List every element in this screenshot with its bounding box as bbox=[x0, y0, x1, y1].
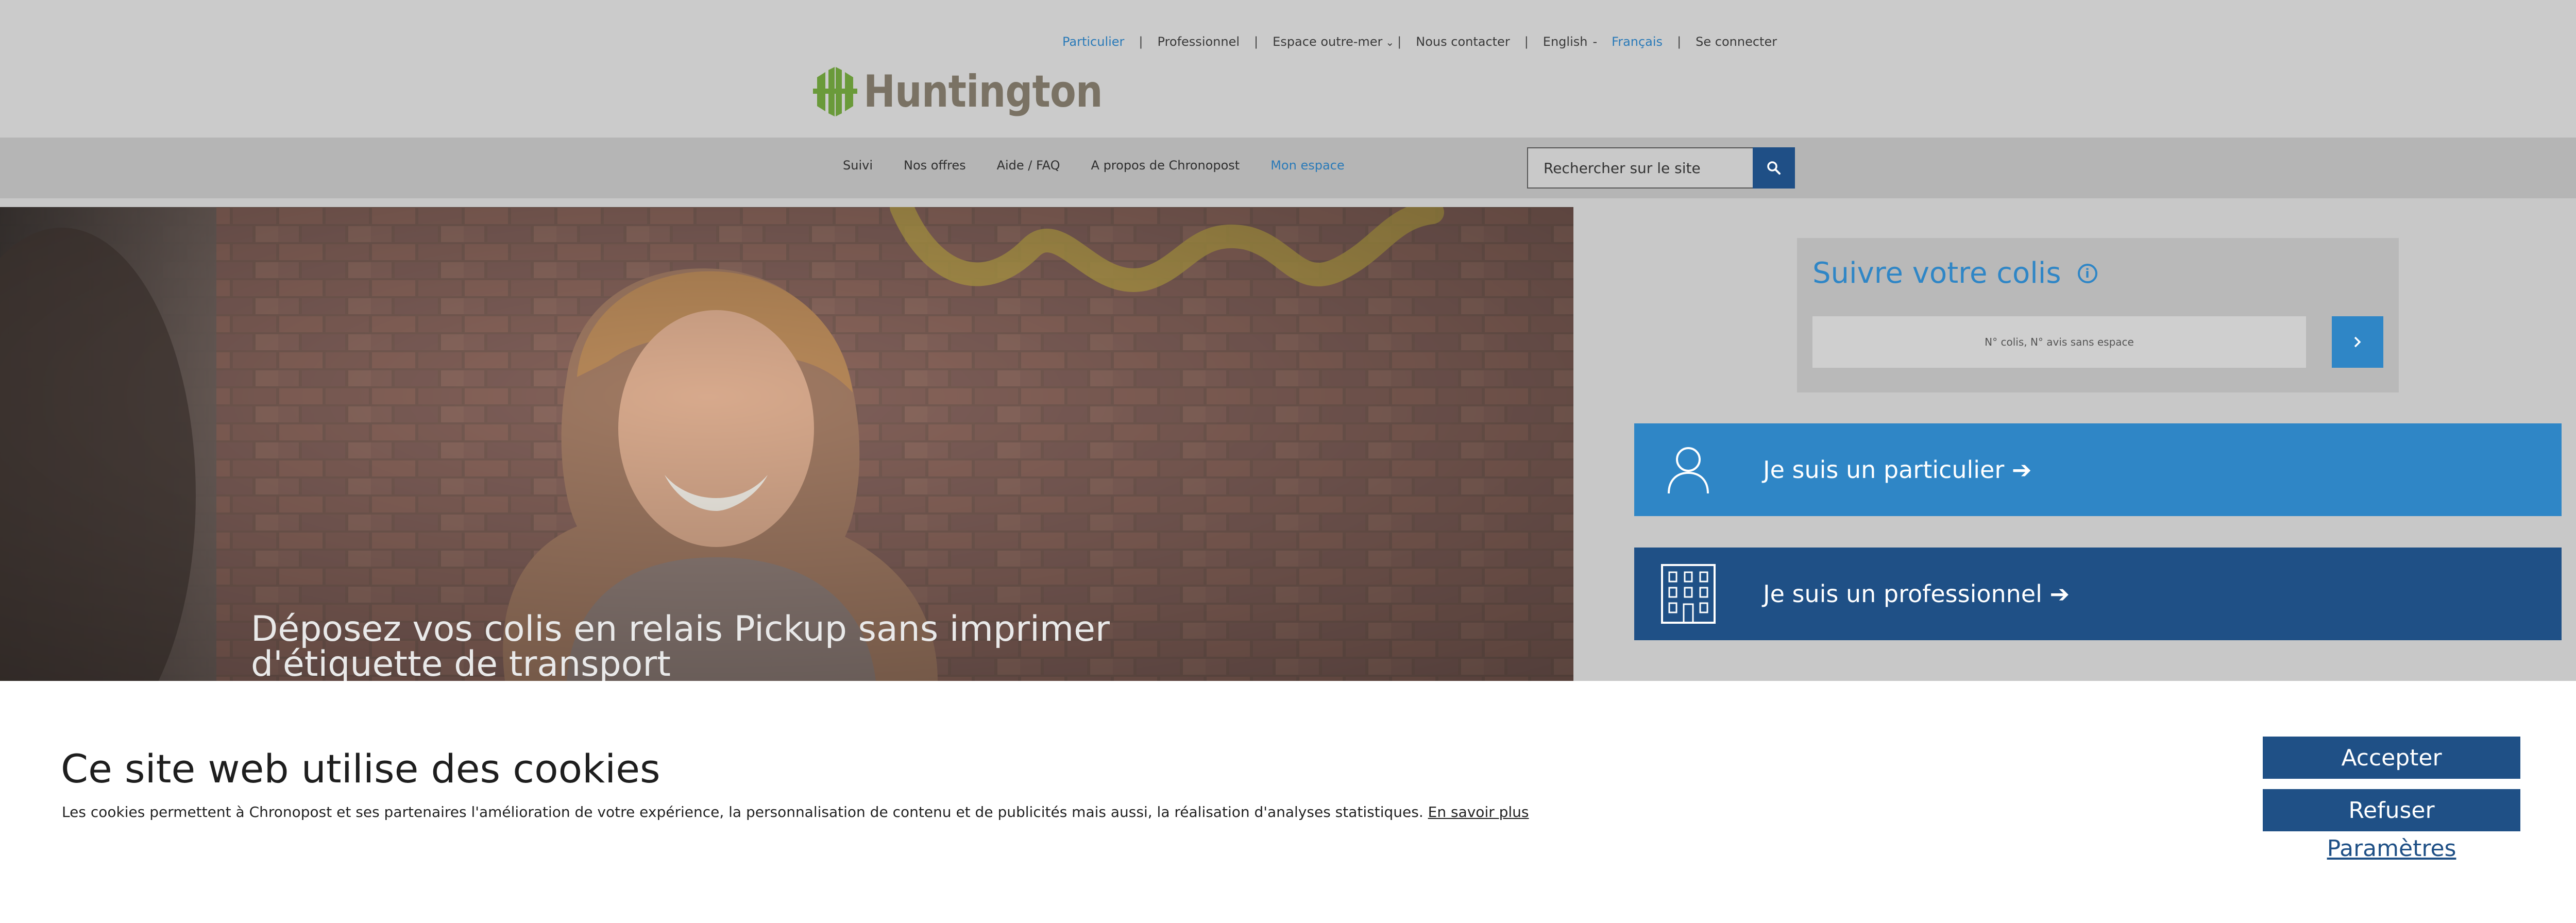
separator: | bbox=[1254, 35, 1259, 49]
search-button[interactable] bbox=[1753, 147, 1795, 189]
separator: | bbox=[1139, 35, 1143, 49]
search-input[interactable]: Rechercher sur le site bbox=[1527, 147, 1753, 189]
dropdown-outremer[interactable]: Espace outre-mer ⌄ bbox=[1258, 35, 1397, 49]
lang-english[interactable]: English bbox=[1529, 35, 1588, 49]
logo-icon bbox=[813, 67, 857, 116]
site-logo[interactable]: Huntington bbox=[813, 66, 1141, 117]
tracking-title-text: Suivre votre colis bbox=[1812, 257, 2061, 290]
nav-items: Suivi Nos offres Aide / FAQ A propos de … bbox=[843, 158, 1376, 173]
cookie-description: Les cookies permettent à Chronopost et s… bbox=[62, 804, 1529, 821]
cookie-title: Ce site web utilise des cookies bbox=[61, 746, 660, 792]
top-utility-bar: Particulier | Professionnel | Espace out… bbox=[0, 0, 2576, 138]
link-login[interactable]: Se connecter bbox=[1681, 35, 1791, 49]
dropdown-outremer-label: Espace outre-mer bbox=[1273, 35, 1383, 49]
tracking-widget: Suivre votre colis i N° colis, N° avis s… bbox=[1797, 238, 2399, 392]
nav-item-apropos[interactable]: A propos de Chronopost bbox=[1091, 158, 1240, 173]
search-icon bbox=[1767, 161, 1781, 175]
link-contact[interactable]: Nous contacter bbox=[1401, 35, 1524, 49]
separator: | bbox=[1397, 35, 1402, 49]
nav-item-suivi[interactable]: Suivi bbox=[843, 158, 873, 173]
hero-banner[interactable]: Déposez vos colis en relais Pickup sans … bbox=[0, 207, 1573, 681]
cta-professionnel[interactable]: Je suis un professionnel ➔ bbox=[1634, 548, 2562, 640]
main-nav: Suivi Nos offres Aide / FAQ A propos de … bbox=[0, 138, 2576, 198]
separator: | bbox=[1524, 35, 1529, 49]
cookie-learn-more-link[interactable]: En savoir plus bbox=[1428, 804, 1529, 821]
cookie-text: Les cookies permettent à Chronopost et s… bbox=[62, 804, 1423, 821]
accept-cookies-button[interactable]: Accepter bbox=[2263, 737, 2520, 779]
refuse-cookies-button[interactable]: Refuser bbox=[2263, 789, 2520, 831]
building-icon bbox=[1660, 564, 1717, 624]
link-professionnel[interactable]: Professionnel bbox=[1143, 35, 1255, 49]
cta-professionnel-label: Je suis un professionnel ➔ bbox=[1763, 580, 2070, 608]
info-icon[interactable]: i bbox=[2077, 263, 2097, 283]
tracking-number-input[interactable]: N° colis, N° avis sans espace bbox=[1812, 316, 2306, 368]
site-search: Rechercher sur le site bbox=[1527, 147, 1795, 189]
cookie-banner: Ce site web utilise des cookies Les cook… bbox=[0, 681, 2576, 923]
logo-wordmark: Huntington bbox=[863, 66, 1103, 117]
top-links: Particulier | Professionnel | Espace out… bbox=[1048, 32, 1791, 52]
lang-divider: - bbox=[1592, 35, 1598, 49]
lang-francais[interactable]: Français bbox=[1602, 35, 1677, 49]
chevron-right-icon bbox=[2354, 336, 2361, 348]
cta-particulier-label: Je suis un particulier ➔ bbox=[1763, 456, 2032, 484]
cookie-settings-link[interactable]: Paramètres bbox=[2263, 835, 2520, 862]
nav-item-faq[interactable]: Aide / FAQ bbox=[997, 158, 1060, 173]
nav-item-offres[interactable]: Nos offres bbox=[904, 158, 966, 173]
tracking-submit-button[interactable] bbox=[2332, 316, 2383, 368]
person-icon bbox=[1660, 441, 1717, 498]
tracking-title: Suivre votre colis i bbox=[1812, 257, 2097, 290]
link-particulier[interactable]: Particulier bbox=[1048, 35, 1139, 49]
nav-item-mon-espace[interactable]: Mon espace bbox=[1270, 158, 1344, 173]
cta-particulier[interactable]: Je suis un particulier ➔ bbox=[1634, 423, 2562, 516]
hero-headline: Déposez vos colis en relais Pickup sans … bbox=[251, 609, 1110, 681]
chevron-down-icon: ⌄ bbox=[1385, 36, 1395, 48]
separator: | bbox=[1677, 35, 1682, 49]
